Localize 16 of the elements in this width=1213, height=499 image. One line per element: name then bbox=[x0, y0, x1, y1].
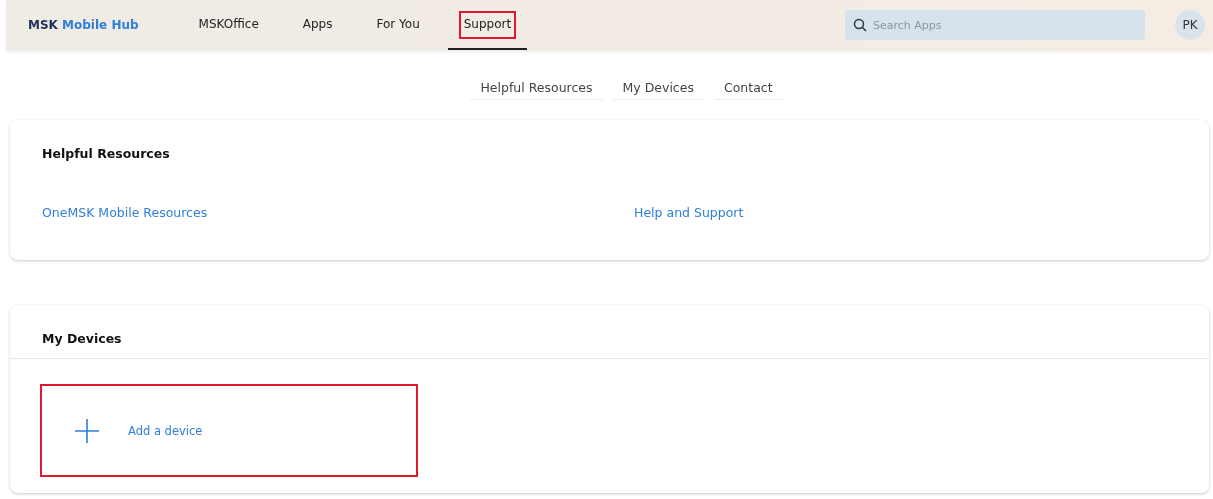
avatar[interactable]: PK bbox=[1175, 10, 1205, 40]
nav-tab[interactable]: For You bbox=[360, 0, 436, 50]
section-link[interactable]: Contact bbox=[713, 76, 783, 100]
resource-link[interactable]: OneMSK Mobile Resources bbox=[42, 205, 208, 220]
section-link[interactable]: Helpful Resources bbox=[470, 76, 603, 100]
section-link[interactable]: My Devices bbox=[612, 76, 704, 100]
nav-tab[interactable]: MSKOffice bbox=[182, 0, 275, 50]
brand-logo[interactable]: MSK Mobile Hub bbox=[28, 18, 139, 32]
section-title: My Devices bbox=[41, 331, 123, 346]
section-title: Helpful Resources bbox=[42, 146, 171, 161]
plus-icon bbox=[74, 417, 100, 444]
nav-tab[interactable]: Support bbox=[447, 0, 528, 50]
nav-tab[interactable]: Apps bbox=[286, 0, 349, 50]
search-field[interactable]: Search Apps bbox=[845, 10, 1145, 40]
resource-link[interactable]: Help and Support bbox=[634, 205, 744, 220]
add-device-button[interactable]: Add a device bbox=[40, 384, 418, 477]
